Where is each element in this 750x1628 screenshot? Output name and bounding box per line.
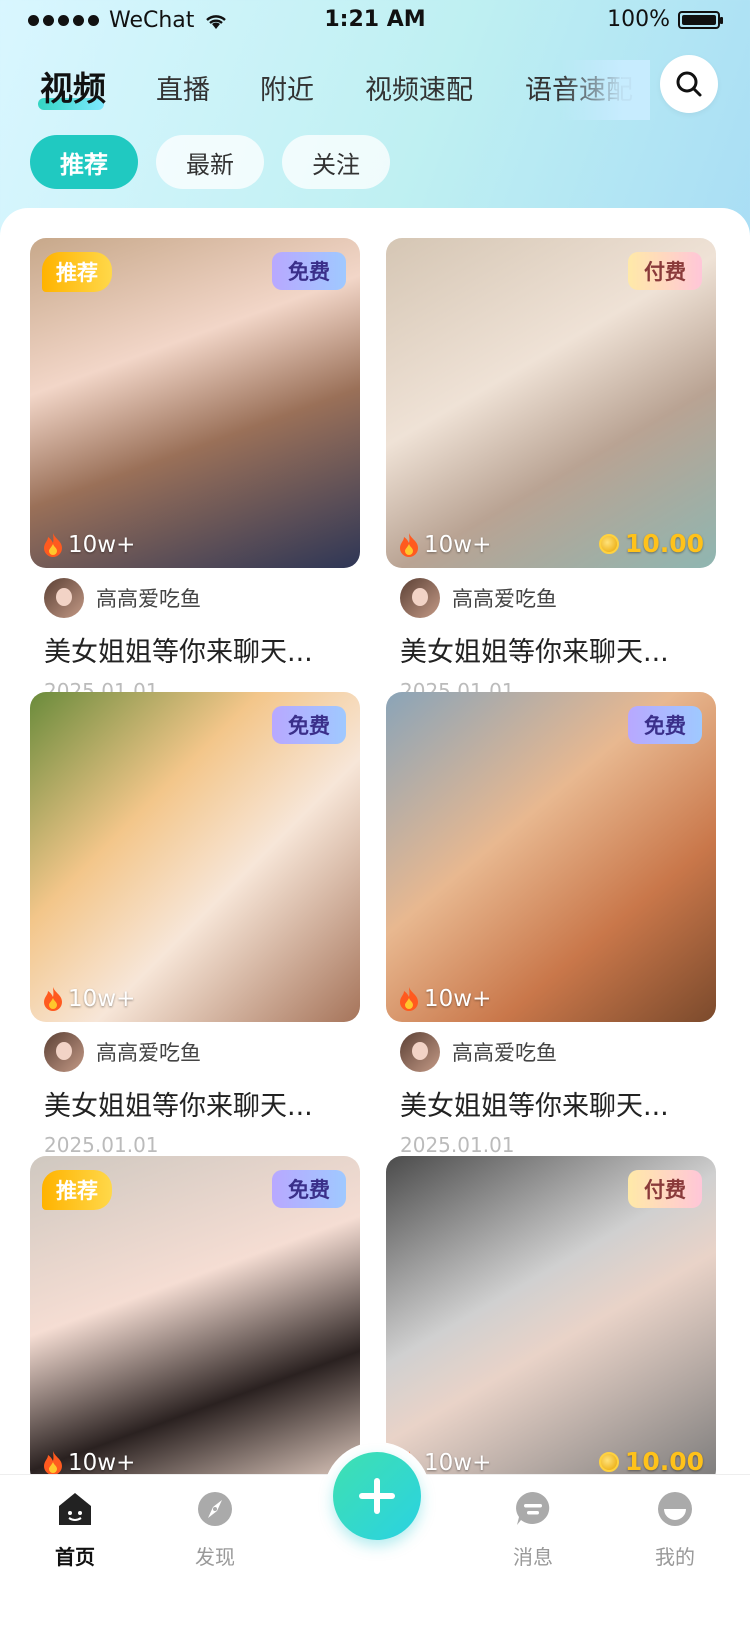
view-count: 10w+: [42, 1450, 135, 1476]
fire-icon: [44, 533, 62, 557]
content-panel: 推荐 免费 10w+ 高高爱吃鱼 美女姐姐等你来聊天... 2025.01.01…: [0, 208, 750, 1628]
author-name: 高高爱吃鱼: [96, 587, 201, 611]
filter-chips: 推荐 最新 关注: [30, 135, 390, 189]
tab-video-match[interactable]: 视频速配: [365, 68, 473, 107]
fire-icon: [400, 987, 418, 1011]
status-bar: WeChat 1:21 AM 100%: [0, 0, 750, 44]
tab-home-label: 首页: [55, 1545, 95, 1569]
video-card[interactable]: 免费 10w+ 高高爱吃鱼 美女姐姐等你来聊天... 2025.01.01: [386, 692, 716, 1157]
avatar[interactable]: [400, 578, 440, 618]
fire-icon: [400, 533, 418, 557]
avatar[interactable]: [44, 1032, 84, 1072]
video-thumbnail[interactable]: 免费 10w+: [386, 692, 716, 1022]
coin-icon: [598, 1451, 619, 1472]
video-thumbnail[interactable]: 付费 10w+ 10.00: [386, 238, 716, 568]
price: 10.00: [598, 529, 704, 558]
author-name: 高高爱吃鱼: [452, 587, 557, 611]
battery-percent: 100%: [607, 7, 670, 32]
home-icon: [59, 1493, 91, 1525]
video-thumbnail[interactable]: 推荐 免费 10w+: [30, 1156, 360, 1486]
view-count-text: 10w+: [424, 986, 492, 1012]
video-title: 美女姐姐等你来聊天...: [400, 637, 669, 668]
video-date: 2025.01.01: [400, 1133, 515, 1157]
battery-area: 100%: [607, 7, 723, 32]
recommend-tag: 推荐: [42, 252, 112, 292]
price-text: 10.00: [624, 529, 704, 558]
recommend-tag: 推荐: [42, 1170, 112, 1210]
author-row[interactable]: 高高爱吃鱼: [400, 1032, 716, 1072]
chip-following[interactable]: 关注: [282, 135, 390, 189]
tab-discover-label: 发现: [195, 1545, 235, 1569]
tab-nearby[interactable]: 附近: [260, 68, 314, 107]
avatar[interactable]: [400, 1032, 440, 1072]
author-name: 高高爱吃鱼: [452, 1041, 557, 1065]
view-count: 10w+: [42, 532, 135, 558]
profile-icon: [658, 1492, 692, 1526]
fire-icon: [44, 987, 62, 1011]
paid-badge: 付费: [628, 252, 702, 290]
tab-messages-label: 消息: [513, 1545, 553, 1569]
search-button[interactable]: [660, 55, 718, 113]
paid-badge: 付费: [628, 1170, 702, 1208]
video-thumbnail[interactable]: 推荐 免费 10w+: [30, 238, 360, 568]
discover-icon: [198, 1492, 232, 1526]
video-card[interactable]: 推荐 免费 10w+ 高高爱吃鱼 美女姐姐等你来聊天... 2025.01.01: [30, 238, 360, 703]
view-count-text: 10w+: [68, 532, 136, 558]
author-name: 高高爱吃鱼: [96, 1041, 201, 1065]
battery-icon: [678, 10, 723, 29]
view-count-text: 10w+: [424, 1450, 492, 1476]
video-card[interactable]: 推荐 免费 10w+: [30, 1156, 360, 1486]
free-badge: 免费: [272, 706, 346, 744]
price: 10.00: [598, 1447, 704, 1476]
free-badge: 免费: [628, 706, 702, 744]
chip-latest[interactable]: 最新: [156, 135, 264, 189]
view-count-text: 10w+: [68, 1450, 136, 1476]
video-card[interactable]: 免费 10w+ 高高爱吃鱼 美女姐姐等你来聊天... 2025.01.01: [30, 692, 360, 1157]
video-title: 美女姐姐等你来聊天...: [44, 637, 313, 668]
search-icon: [676, 71, 702, 97]
view-count: 10w+: [398, 986, 491, 1012]
video-date: 2025.01.01: [44, 1133, 159, 1157]
top-tab-bar: 视频 直播 附近 视频速配 语音速配: [0, 60, 750, 120]
view-count: 10w+: [42, 986, 135, 1012]
view-count-text: 10w+: [68, 986, 136, 1012]
chip-recommended[interactable]: 推荐: [30, 135, 138, 189]
fire-icon: [44, 1451, 62, 1475]
author-row[interactable]: 高高爱吃鱼: [44, 1032, 360, 1072]
tab-profile-label: 我的: [655, 1545, 695, 1569]
tab-messages[interactable]: 消息: [488, 1489, 578, 1570]
tab-overflow-fade: [560, 60, 650, 120]
price-text: 10.00: [624, 1447, 704, 1476]
publish-button[interactable]: [333, 1452, 421, 1540]
tab-profile[interactable]: 我的: [630, 1489, 720, 1570]
video-title: 美女姐姐等你来聊天...: [44, 1091, 313, 1122]
view-count: 10w+: [398, 532, 491, 558]
coin-icon: [598, 533, 619, 554]
free-badge: 免费: [272, 252, 346, 290]
author-row[interactable]: 高高爱吃鱼: [44, 578, 360, 618]
video-card[interactable]: 付费 10w+ 10.00 高高爱吃鱼 美女姐姐等你来聊天... 2025.01…: [386, 238, 716, 703]
video-card[interactable]: 付费 10w+ 10.00: [386, 1156, 716, 1486]
tab-discover[interactable]: 发现: [170, 1489, 260, 1570]
tab-home[interactable]: 首页: [30, 1489, 120, 1570]
author-row[interactable]: 高高爱吃鱼: [400, 578, 716, 618]
plus-icon: [359, 1478, 395, 1514]
video-thumbnail[interactable]: 免费 10w+: [30, 692, 360, 1022]
tab-live[interactable]: 直播: [156, 68, 210, 107]
video-title: 美女姐姐等你来聊天...: [400, 1091, 669, 1122]
free-badge: 免费: [272, 1170, 346, 1208]
avatar[interactable]: [44, 578, 84, 618]
view-count-text: 10w+: [424, 532, 492, 558]
video-thumbnail[interactable]: 付费 10w+ 10.00: [386, 1156, 716, 1486]
message-icon: [516, 1492, 550, 1525]
tab-video[interactable]: 视频: [38, 62, 106, 110]
